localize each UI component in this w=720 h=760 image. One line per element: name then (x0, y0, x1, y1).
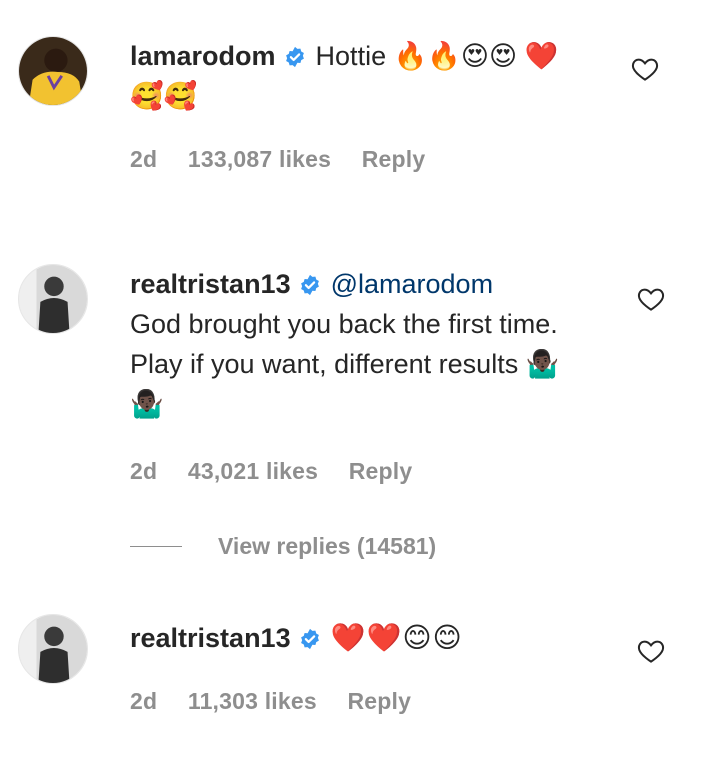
divider-line (130, 545, 182, 547)
comment-meta: 2d 133,087 likes Reply (130, 146, 449, 173)
comment-text: God brought you back the first time. Pla… (130, 309, 560, 419)
username-link[interactable]: lamarodom (130, 41, 276, 71)
mention-link[interactable]: @lamarodom (331, 269, 493, 299)
comment-age[interactable]: 2d (130, 458, 157, 484)
verified-badge-icon (300, 628, 319, 650)
verified-badge-icon (300, 274, 319, 296)
username-link[interactable]: realtristan13 (130, 269, 291, 299)
like-count[interactable]: 133,087 likes (188, 146, 331, 172)
comment-age[interactable]: 2d (130, 146, 157, 172)
comment-body: realtristan13 ❤️❤️😊😊 (130, 618, 580, 658)
view-replies-button[interactable]: View replies (14581) (130, 530, 436, 562)
reply-button[interactable]: Reply (362, 146, 426, 172)
avatar[interactable] (18, 614, 88, 684)
reply-button[interactable]: Reply (349, 458, 413, 484)
like-heart-icon[interactable] (630, 54, 660, 84)
avatar-image (19, 37, 87, 105)
like-count[interactable]: 43,021 likes (188, 458, 318, 484)
avatar[interactable] (18, 36, 88, 106)
comment-text: ❤️❤️😊😊 (330, 622, 463, 653)
like-count[interactable]: 11,303 likes (188, 688, 317, 714)
avatar[interactable] (18, 264, 88, 334)
like-heart-icon[interactable] (636, 284, 666, 314)
avatar-image (19, 265, 87, 333)
view-replies-label: View replies (14581) (218, 532, 437, 559)
comment-meta: 2d 43,021 likes Reply (130, 458, 436, 485)
avatar-image (19, 615, 87, 683)
comment-age[interactable]: 2d (130, 688, 157, 714)
reply-button[interactable]: Reply (347, 688, 411, 714)
comment-meta: 2d 11,303 likes Reply (130, 688, 435, 715)
verified-badge-icon (285, 46, 304, 68)
username-link[interactable]: realtristan13 (130, 623, 291, 653)
comment-body: lamarodom Hottie 🔥🔥😍😍 ❤️🥰🥰 (130, 36, 580, 116)
like-heart-icon[interactable] (636, 636, 666, 666)
comment-body: realtristan13 @lamarodom God brought you b… (130, 264, 580, 424)
